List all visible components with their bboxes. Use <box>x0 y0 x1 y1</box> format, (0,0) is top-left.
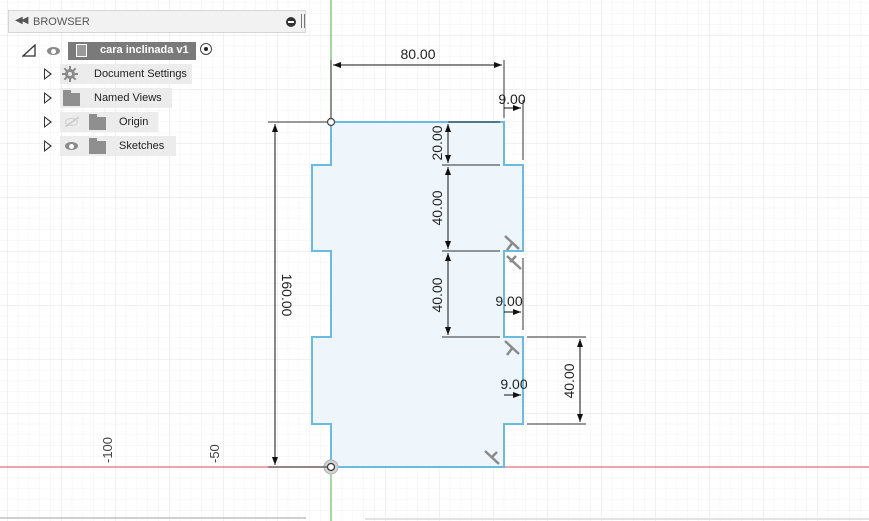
eye-off-icon[interactable] <box>65 118 78 126</box>
tree-item-label: Sketches <box>119 140 165 152</box>
dimension-text-height[interactable]: 160.00 <box>279 274 295 317</box>
browser-header[interactable]: ◀◀ BROWSER <box>8 10 306 33</box>
folder-icon <box>89 114 106 130</box>
expand-icon[interactable] <box>44 92 52 104</box>
collapse-triangle-icon[interactable] <box>22 44 38 58</box>
expand-icon[interactable] <box>44 140 52 152</box>
origin-point-core <box>326 462 336 472</box>
folder-icon <box>63 90 80 106</box>
component-root[interactable]: cara inclinada v1 <box>68 42 196 60</box>
dimension-text-tab-top[interactable]: 9.00 <box>498 91 525 107</box>
panel-pin-icon[interactable] <box>301 14 305 28</box>
folder-icon <box>89 138 106 154</box>
tree-item-label: Document Settings <box>94 68 187 80</box>
tree-item-label: Named Views <box>94 92 162 104</box>
sketch-point[interactable] <box>326 117 336 127</box>
expand-icon[interactable] <box>44 68 52 80</box>
collapse-icon[interactable]: ◀◀ <box>15 15 28 26</box>
component-name: cara inclinada v1 <box>100 44 189 56</box>
axis-label-neg50: -50 <box>207 444 222 463</box>
browser-panel: ◀◀ BROWSER cara inclinada v1 Document Se… <box>8 10 306 161</box>
minimize-icon[interactable] <box>286 17 296 27</box>
component-icon <box>76 44 87 57</box>
browser-title: BROWSER <box>33 16 90 28</box>
dimension-text-seg-top[interactable]: 20.00 <box>429 125 445 160</box>
sketch-profile[interactable] <box>311 121 524 468</box>
dimension-text-tab-mid[interactable]: 9.00 <box>495 293 522 309</box>
eye-icon[interactable] <box>47 47 60 55</box>
axis-label-neg100: -100 <box>100 437 115 463</box>
dimension-text-seg-middle[interactable]: 40.00 <box>429 190 445 225</box>
activate-radio-icon[interactable] <box>200 43 212 55</box>
expand-icon[interactable] <box>44 116 52 128</box>
eye-icon[interactable] <box>65 142 78 150</box>
dimension-text-width[interactable]: 80.00 <box>400 46 435 62</box>
dimension-text-tab-low[interactable]: 9.00 <box>500 376 527 392</box>
gear-icon <box>62 66 78 82</box>
dimension-text-seg-lower[interactable]: 40.00 <box>429 277 445 312</box>
tree-item-label: Origin <box>119 116 149 128</box>
dimension-text-seg-right[interactable]: 40.00 <box>561 363 577 398</box>
